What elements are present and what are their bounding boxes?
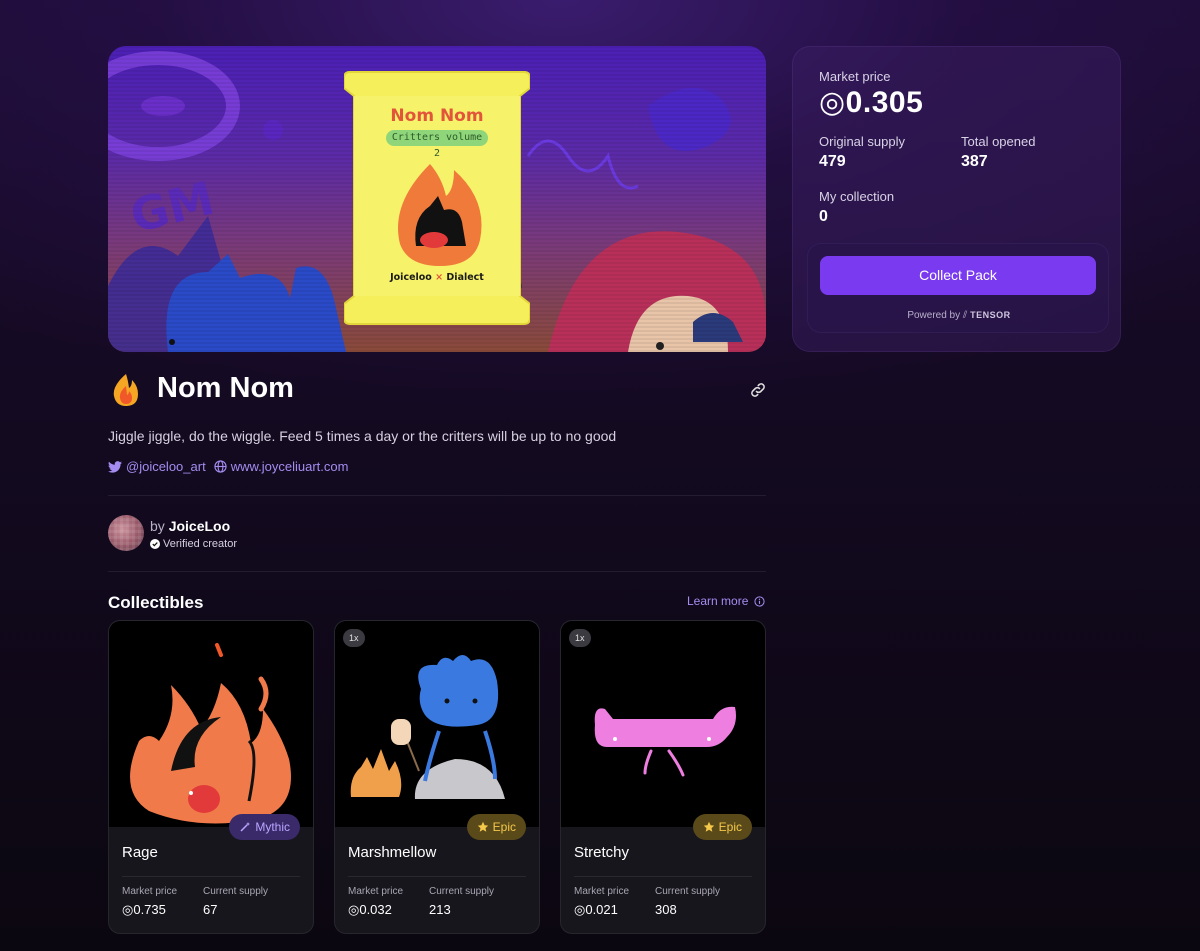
market-price-value: ◎0.021: [574, 902, 618, 917]
pack-subtitle: Critters volume 2: [386, 130, 488, 159]
my-collection-label: My collection: [819, 189, 895, 204]
powered-by-label: Powered by: [907, 310, 961, 321]
collectible-art: [561, 621, 765, 827]
original-supply-label: Original supply: [819, 134, 905, 149]
creator-name: JoiceLoo: [168, 518, 231, 534]
verified-check-icon: [150, 539, 160, 549]
collectibles-title: Collectibles: [108, 593, 204, 612]
avatar: [108, 515, 144, 551]
fire-icon: [113, 374, 138, 406]
creator-byline: by JoiceLoo: [150, 518, 230, 534]
link-icon[interactable]: [749, 381, 767, 399]
collectible-name: Stretchy: [574, 844, 630, 861]
magic-wand-icon: [240, 822, 251, 832]
market-price-label: Market price: [122, 886, 178, 897]
page-title: Nom Nom: [157, 372, 294, 404]
pack-title: Nom Nom: [390, 106, 484, 126]
globe-icon: [214, 460, 227, 473]
pack-brand-sep: ×: [435, 272, 444, 283]
market-price-label: Market price: [348, 886, 404, 897]
divider: [108, 571, 766, 572]
pack-description: Jiggle jiggle, do the wiggle. Feed 5 tim…: [108, 428, 617, 444]
collect-box: Collect Pack Powered by ⫽ TENSOR: [807, 243, 1109, 333]
collectible-art: [109, 621, 313, 827]
rarity-badge: Epic: [466, 814, 526, 840]
divider: [348, 876, 526, 877]
current-supply-label: Current supply: [429, 886, 495, 897]
total-opened-value: 387: [961, 153, 988, 170]
divider: [108, 495, 766, 496]
website-link[interactable]: www.joyceliuart.com: [214, 459, 349, 474]
collectible-name: Marshmellow: [348, 844, 437, 861]
verified-badge: Verified creator: [150, 538, 237, 550]
market-price-value: ◎0.735: [122, 902, 166, 917]
learn-more-link[interactable]: Learn more: [687, 594, 765, 608]
market-price-label: Market price: [819, 69, 891, 84]
pack-brand: Joiceloo × Dialect: [344, 272, 530, 283]
tensor-icon: ⫽: [962, 310, 968, 321]
collectible-art: [335, 621, 539, 827]
pack-image: Nom Nom Critters volume 2 Joiceloo × Dia…: [344, 68, 530, 328]
total-opened-label: Total opened: [961, 134, 1036, 149]
market-price-value: ◎0.305: [819, 86, 924, 119]
stretchy-art: [594, 706, 736, 777]
star-icon: [477, 821, 488, 832]
powered-by: Powered by ⫽ TENSOR: [808, 310, 1110, 321]
rarity-label: Epic: [718, 820, 742, 834]
current-supply-value: 213: [429, 902, 451, 917]
twitter-handle: @joiceloo_art: [126, 459, 206, 474]
social-links: @joiceloo_art www.joyceliuart.com: [108, 459, 356, 474]
marshmellow-art: [350, 655, 505, 799]
divider: [122, 876, 300, 877]
my-collection-value: 0: [819, 208, 828, 225]
learn-more-label: Learn more: [687, 594, 749, 608]
collectible-name: Rage: [122, 844, 158, 861]
twitter-icon: [108, 460, 122, 473]
pack-banner: GM Nom Nom Critters volume 2 Joiceloo × …: [108, 46, 766, 352]
original-supply-value: 479: [819, 153, 846, 170]
star-icon: [703, 821, 714, 832]
rarity-label: Epic: [492, 820, 516, 834]
rage-fire-art: [130, 643, 291, 824]
verified-label: Verified creator: [163, 538, 237, 550]
rarity-label: Mythic: [255, 820, 290, 834]
website-url: www.joyceliuart.com: [230, 459, 349, 474]
powered-brand: TENSOR: [970, 310, 1011, 320]
market-price-label: Market price: [574, 886, 630, 897]
rarity-badge: Epic: [692, 814, 752, 840]
quantity-badge: 1x: [569, 629, 591, 647]
market-price-value: ◎0.032: [348, 902, 392, 917]
divider: [574, 876, 752, 877]
current-supply-label: Current supply: [203, 886, 269, 897]
pack-brand-right: Dialect: [446, 272, 484, 283]
info-icon: [754, 595, 765, 607]
collectible-card-marshmellow[interactable]: 1x Epic Marshmellow Market price Current…: [334, 620, 540, 934]
current-supply-value: 308: [655, 902, 677, 917]
quantity-badge: 1x: [343, 629, 365, 647]
collectible-card-stretchy[interactable]: 1x Epic Stretchy Market price Current su…: [560, 620, 766, 934]
pack-stats-panel: Market price ◎0.305 Original supply 479 …: [792, 46, 1121, 352]
collect-pack-button[interactable]: Collect Pack: [820, 256, 1096, 295]
current-supply-label: Current supply: [655, 886, 721, 897]
collectible-card-rage[interactable]: Mythic Rage Market price Current supply …: [108, 620, 314, 934]
current-supply-value: 67: [203, 902, 218, 917]
title-row: Nom Nom: [108, 370, 768, 410]
creator-by-label: by: [150, 518, 165, 534]
creator-info[interactable]: by JoiceLoo Verified creator: [108, 515, 408, 555]
rarity-badge: Mythic: [229, 814, 300, 840]
pack-brand-left: Joiceloo: [390, 272, 432, 283]
twitter-link[interactable]: @joiceloo_art: [108, 459, 206, 474]
